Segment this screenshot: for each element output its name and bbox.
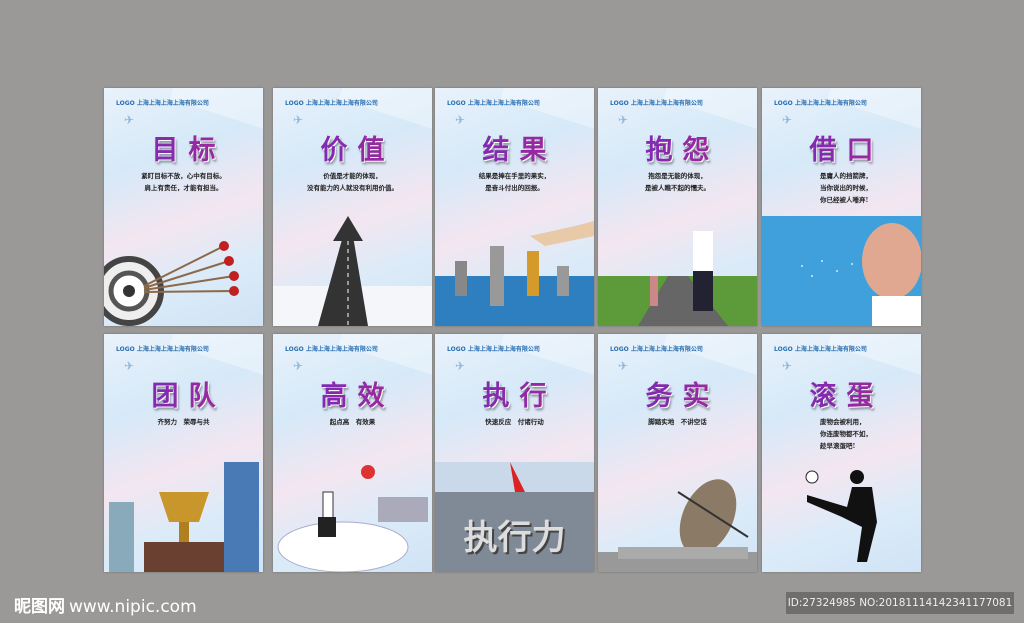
poster-slogan: 价值是才能的体现， 没有能力的人就没有利用价值。 — [273, 170, 432, 194]
slogan-line: 当你说出的时候， — [820, 184, 872, 192]
poster-slogan: 紧盯目标不放，心中有目标。 肩上有责任，才能有担当。 — [104, 170, 263, 194]
poster-title: 目标 — [104, 128, 263, 167]
poster-title: 高效 — [273, 374, 432, 413]
poster-logo: LOGO 上海上海上海上海有限公司 — [116, 346, 209, 353]
clock-runner-icon — [273, 462, 432, 572]
paper-plane-icon: ✈ — [293, 113, 304, 127]
slogan-line: 紧盯目标不放，心中有目标。 — [141, 172, 226, 180]
poster-4: LOGO 上海上海上海上海有限公司 ✈ 抱怨 抱怨是无能的体现， 是被人瞧不起的懦… — [598, 88, 757, 326]
slogan-line: 是庸人的挡箭牌， — [820, 172, 872, 180]
slogan-line: 脚踏实地 不讲空话 — [648, 418, 707, 426]
sundial-icon — [598, 462, 757, 572]
slogan-line: 你已经被人唾弃! — [820, 196, 869, 204]
slogan-line: 是奋斗付出的回报。 — [485, 184, 544, 192]
poster-2: LOGO 上海上海上海上海有限公司 ✈ 价值 价值是才能的体现， 没有能力的人就没… — [273, 88, 432, 326]
paper-plane-icon: ✈ — [455, 359, 466, 373]
poster-1: LOGO 上海上海上海上海有限公司 ✈ 目标 紧盯目标不放，心中有目标。 肩上有责… — [104, 88, 263, 326]
poster-title: 务实 — [598, 374, 757, 413]
slogan-line: 快速反应 付诸行动 — [485, 418, 544, 426]
poster-5: LOGO 上海上海上海上海有限公司 ✈ 借口 是庸人的挡箭牌， 当你说出的时候， 你… — [762, 88, 921, 326]
execution-icon: 执行力 — [435, 462, 594, 572]
slogan-line: 齐努力 荣辱与共 — [157, 418, 210, 426]
poster-slogan: 脚踏实地 不讲空话 — [598, 416, 757, 428]
poster-logo: LOGO 上海上海上海上海有限公司 — [610, 346, 703, 353]
poster-6: LOGO 上海上海上海上海有限公司 ✈ 团队 齐努力 荣辱与共 — [104, 334, 263, 572]
screaming-head-icon — [762, 216, 921, 326]
paper-plane-icon: ✈ — [455, 113, 466, 127]
poster-title: 执行 — [435, 374, 594, 413]
image-id-label: ID:27324985 NO:20181114142341177081 — [786, 592, 1014, 614]
watermark-brand: 昵图网 — [14, 597, 65, 617]
slogan-line: 起点高 有效果 — [329, 418, 376, 426]
paper-plane-icon: ✈ — [124, 113, 135, 127]
poster-logo: LOGO 上海上海上海上海有限公司 — [285, 100, 378, 107]
paper-plane-icon: ✈ — [618, 113, 629, 127]
execution-text: 执行力 — [463, 518, 566, 558]
poster-logo: LOGO 上海上海上海上海有限公司 — [774, 346, 867, 353]
poster-title: 借口 — [762, 128, 921, 167]
arrow-road-icon — [273, 216, 432, 326]
poster-7: LOGO 上海上海上海上海有限公司 ✈ 高效 起点高 有效果 — [273, 334, 432, 572]
trophy-icon — [104, 462, 263, 572]
slogan-line: 趁早滚蛋吧! — [820, 442, 856, 450]
poster-title: 结果 — [435, 128, 594, 167]
slogan-line: 废物会被利用， — [820, 418, 866, 426]
poster-slogan: 起点高 有效果 — [273, 416, 432, 428]
paper-plane-icon: ✈ — [293, 359, 304, 373]
poster-slogan: 是庸人的挡箭牌， 当你说出的时候， 你已经被人唾弃! — [762, 170, 921, 206]
slogan-line: 是被人瞧不起的懦夫。 — [645, 184, 710, 192]
poster-slogan: 快速反应 付诸行动 — [435, 416, 594, 428]
slogan-line: 抱怨是无能的体现， — [648, 172, 707, 180]
poster-logo: LOGO 上海上海上海上海有限公司 — [774, 100, 867, 107]
poster-logo: LOGO 上海上海上海上海有限公司 — [610, 100, 703, 107]
poster-title: 价值 — [273, 128, 432, 167]
poster-slogan: 结果是捧在手里的果实， 是奋斗付出的回报。 — [435, 170, 594, 194]
poster-10: LOGO 上海上海上海上海有限公司 ✈ 滚蛋 废物会被利用， 你连废物都不如， 趁早… — [762, 334, 921, 572]
paper-plane-icon: ✈ — [782, 359, 793, 373]
poster-title: 滚蛋 — [762, 374, 921, 413]
poster-slogan: 齐努力 荣辱与共 — [104, 416, 263, 428]
poster-logo: LOGO 上海上海上海上海有限公司 — [285, 346, 378, 353]
poster-3: LOGO 上海上海上海上海有限公司 ✈ 结果 结果是捧在手里的果实， 是奋斗付出的… — [435, 88, 594, 326]
poster-9: LOGO 上海上海上海上海有限公司 ✈ 务实 脚踏实地 不讲空话 — [598, 334, 757, 572]
slogan-line: 结果是捧在手里的果实， — [478, 172, 551, 180]
poster-logo: LOGO 上海上海上海上海有限公司 — [116, 100, 209, 107]
paper-plane-icon: ✈ — [782, 113, 793, 127]
poster-title: 团队 — [104, 374, 263, 413]
poster-slogan: 抱怨是无能的体现， 是被人瞧不起的懦夫。 — [598, 170, 757, 194]
man-shouting-icon — [598, 216, 757, 326]
poster-slogan: 废物会被利用， 你连废物都不如， 趁早滚蛋吧! — [762, 416, 921, 452]
kicking-man-icon — [762, 462, 921, 572]
target-arrows-icon — [104, 216, 263, 326]
poster-logo: LOGO 上海上海上海上海有限公司 — [447, 100, 540, 107]
poster-logo: LOGO 上海上海上海上海有限公司 — [447, 346, 540, 353]
watermark-url: www.nipic.com — [69, 597, 197, 617]
slogan-line: 没有能力的人就没有利用价值。 — [307, 184, 398, 192]
slogan-line: 价值是才能的体现， — [323, 172, 382, 180]
watermark: 昵图网 www.nipic.com — [14, 592, 197, 617]
slogan-line: 你连废物都不如， — [820, 430, 872, 438]
paper-plane-icon: ✈ — [618, 359, 629, 373]
poster-title: 抱怨 — [598, 128, 757, 167]
poster-8: LOGO 上海上海上海上海有限公司 ✈ 执行 快速反应 付诸行动 执行力 — [435, 334, 594, 572]
slogan-line: 肩上有责任，才能有担当。 — [144, 184, 223, 192]
paper-plane-icon: ✈ — [124, 359, 135, 373]
chess-icon — [435, 216, 594, 326]
